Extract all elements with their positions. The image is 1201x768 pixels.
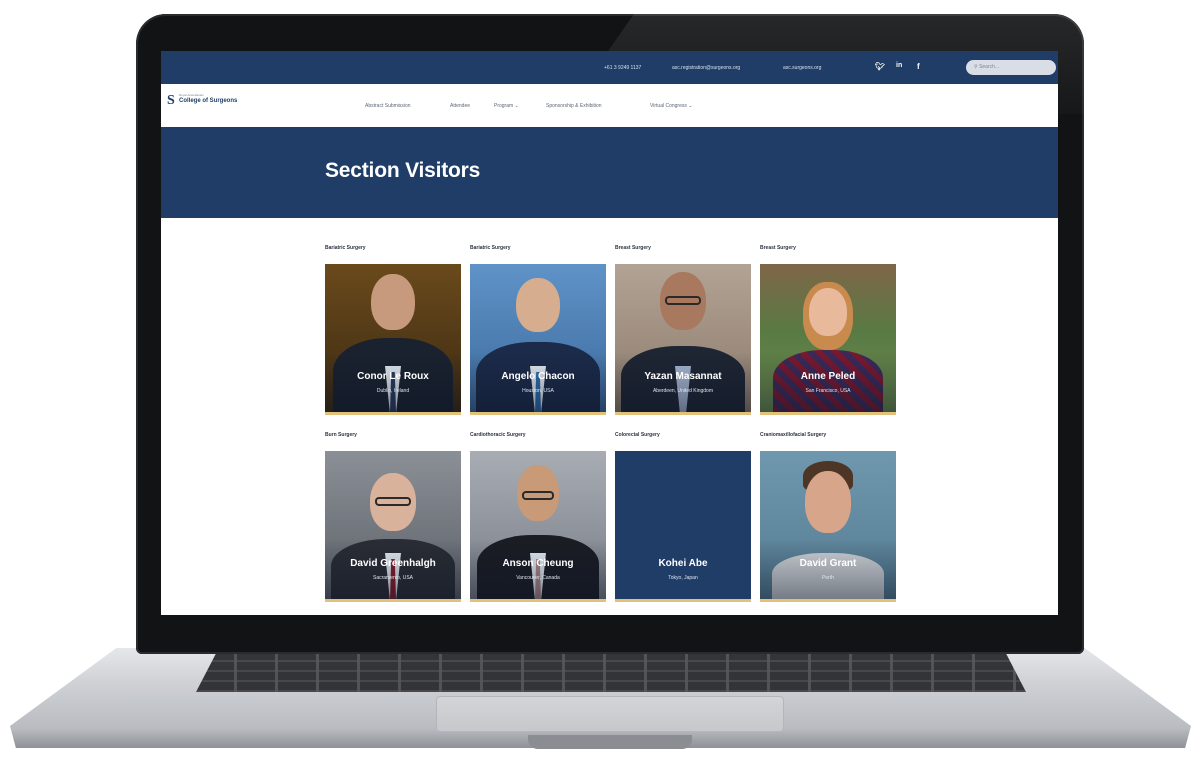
top-contact-bar: +61 3 9249 1137 asc.registration@surgeon… (161, 51, 1058, 84)
card-shade (470, 352, 606, 412)
facebook-icon[interactable]: f (917, 62, 920, 71)
nav-abstract-submission[interactable]: Abstract Submission (365, 103, 411, 109)
visitor-card[interactable]: David Greenhalgh Sacramento, USA (325, 451, 461, 602)
main-navbar: S Royal Australasian College of Surgeons… (161, 84, 1058, 127)
visitor-card[interactable]: Conor Le Roux Dublin, Ireland (325, 264, 461, 415)
portrait-head (805, 471, 851, 533)
specialty-label: Bariatric Surgery (470, 245, 511, 251)
website-link[interactable]: asc.surgeons.org (783, 65, 821, 71)
visitor-name: Anne Peled (800, 371, 856, 382)
card-shade (760, 539, 896, 599)
page-hero: Section Visitors (161, 127, 1058, 218)
card-shade (325, 539, 461, 599)
college-logo-icon[interactable]: S (167, 94, 176, 108)
specialty-label: Breast Surgery (615, 245, 651, 251)
visitor-card[interactable]: Anson Cheung Vancouver, Canada (470, 451, 606, 602)
nav-virtual-congress[interactable]: Virtual Congress ⌄ (650, 103, 692, 109)
nav-program[interactable]: Program ⌄ (494, 103, 519, 109)
laptop-trackpad (436, 696, 784, 732)
phone-link[interactable]: +61 3 9249 1137 (604, 65, 641, 71)
portrait-glasses (522, 491, 554, 500)
specialty-label: Bariatric Surgery (325, 245, 366, 251)
visitor-location: San Francisco, USA (805, 388, 851, 394)
specialty-label: Cardiothoracic Surgery (470, 432, 526, 438)
visitor-location: Houston, USA (522, 388, 554, 394)
visitor-location: Perth (822, 575, 834, 581)
logo-title[interactable]: College of Surgeons (179, 98, 237, 104)
visitor-location: Tokyo, Japan (668, 575, 698, 581)
page-title: Section Visitors (325, 159, 481, 182)
portrait-glasses (665, 296, 701, 305)
search-icon: ⚲ (974, 64, 978, 70)
laptop-notch (528, 735, 692, 749)
laptop-keyboard (196, 652, 1026, 692)
logo-subtitle: Royal Australasian (179, 93, 204, 97)
visitor-name: Angelo Chacon (501, 371, 575, 382)
card-shade (615, 352, 751, 412)
visitor-name: David Greenhalgh (350, 558, 436, 569)
card-shade (470, 539, 606, 599)
specialty-label: Breast Surgery (760, 245, 796, 251)
linkedin-icon[interactable]: in (896, 62, 902, 69)
visitor-name: Conor Le Roux (357, 371, 429, 382)
email-link[interactable]: asc.registration@surgeons.org (672, 65, 740, 71)
specialty-label: Burn Surgery (325, 432, 357, 438)
portrait-head (516, 278, 560, 332)
visitor-name: Anson Cheung (502, 558, 574, 569)
visitor-card[interactable]: Angelo Chacon Houston, USA (470, 264, 606, 415)
visitor-name: Kohei Abe (658, 558, 708, 569)
visitor-location: Vancouver, Canada (516, 575, 560, 581)
visitor-card[interactable]: Anne Peled San Francisco, USA (760, 264, 896, 415)
laptop-screen: +61 3 9249 1137 asc.registration@surgeon… (161, 51, 1058, 615)
visitor-location: Dublin, Ireland (376, 388, 410, 394)
visitor-location: Sacramento, USA (372, 575, 414, 581)
portrait-glasses (375, 497, 411, 506)
visitor-card[interactable]: Yazan Masannat Aberdeen, United Kingdom (615, 264, 751, 415)
search-placeholder: Search... (979, 64, 1000, 70)
specialty-label: Craniomaxillofacial Surgery (760, 432, 827, 438)
visitor-name: David Grant (799, 558, 857, 569)
search-input[interactable]: ⚲ Search... (966, 60, 1056, 75)
visitor-location: Aberdeen, United Kingdom (652, 388, 714, 394)
twitter-icon[interactable]: 🐦︎ (875, 62, 885, 71)
portrait-head (809, 288, 847, 336)
specialty-label: Colorectal Surgery (615, 432, 660, 438)
nav-attendee[interactable]: Attendee (450, 103, 470, 109)
nav-sponsorship[interactable]: Sponsorship & Exhibition (546, 103, 602, 109)
visitor-name: Yazan Masannat (644, 371, 722, 382)
portrait-head (371, 274, 415, 330)
visitor-card[interactable]: David Grant Perth (760, 451, 896, 602)
card-shade (325, 352, 461, 412)
card-shade (760, 352, 896, 412)
visitor-card[interactable]: Kohei Abe Tokyo, Japan (615, 451, 751, 602)
